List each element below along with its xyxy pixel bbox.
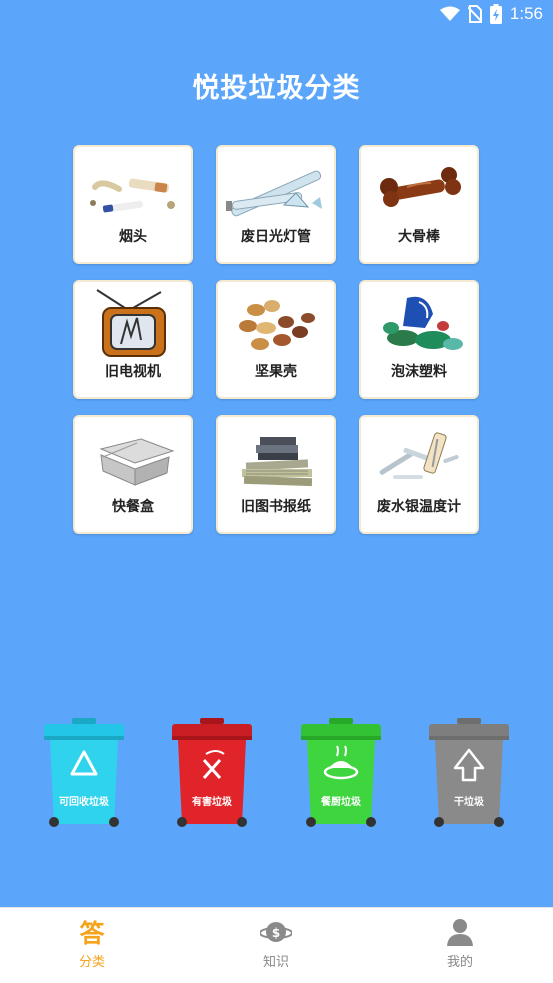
svg-text:答: 答 (79, 919, 105, 947)
no-sim-icon (467, 5, 482, 23)
bin-kitchen[interactable]: 餐厨垃圾 (299, 718, 383, 830)
item-card-cigarette[interactable]: 烟头 (73, 145, 193, 264)
user-icon (447, 919, 473, 946)
tab-label: 分类 (78, 955, 105, 970)
takeout-box-icon (99, 438, 175, 486)
tab-knowledge[interactable]: $ 知识 (216, 908, 336, 983)
status-icons: 1:56 (439, 4, 543, 24)
item-card-foam-plastic[interactable]: 泡沫塑料 (359, 280, 479, 399)
item-card-old-tv[interactable]: 旧电视机 (73, 280, 193, 399)
status-bar: 1:56 (0, 0, 553, 32)
old-tv-icon (96, 289, 166, 357)
mercury-thermometer-icon (379, 432, 459, 479)
item-label: 大骨棒 (398, 229, 440, 245)
big-bone-icon (380, 167, 461, 207)
status-time: 1:56 (509, 4, 543, 23)
dry-bin-icon (429, 718, 509, 827)
bin-hazardous[interactable]: 有害垃圾 (170, 718, 254, 830)
bin-label: 干垃圾 (454, 797, 484, 808)
bin-label: 有害垃圾 (192, 797, 232, 808)
item-label: 旧电视机 (105, 364, 161, 380)
tab-label: 我的 (446, 955, 473, 970)
item-card-nut-shells[interactable]: 坚果壳 (216, 280, 336, 399)
foam-plastic-icon (383, 296, 463, 350)
books-newspapers-icon (242, 437, 313, 487)
page-title: 悦投垃圾分类 (192, 73, 361, 104)
cigarette-butt-icon (90, 178, 175, 213)
item-label: 废水银温度计 (377, 499, 461, 515)
bottom-tab-bar: 答 分类 $ 知识 我的 (0, 907, 553, 983)
knowledge-planet-icon: $ (260, 922, 292, 942)
bin-label: 可回收垃圾 (59, 797, 109, 808)
item-label: 烟头 (119, 229, 147, 245)
nut-shells-icon (239, 300, 315, 350)
battery-charging-icon (489, 4, 502, 24)
recyclable-bin-icon (44, 718, 124, 827)
item-card-big-bone[interactable]: 大骨棒 (359, 145, 479, 264)
item-card-fluorescent-tube[interactable]: 废日光灯管 (216, 145, 336, 264)
svg-text:$: $ (272, 926, 280, 940)
tab-profile[interactable]: 我的 (400, 908, 520, 983)
bin-recyclable[interactable]: 可回收垃圾 (42, 718, 126, 830)
item-card-books-newspapers[interactable]: 旧图书报纸 (216, 415, 336, 534)
item-card-mercury-thermometer[interactable]: 废水银温度计 (359, 415, 479, 534)
item-label: 废日光灯管 (241, 229, 311, 245)
bin-dry[interactable]: 干垃圾 (427, 718, 511, 830)
item-label: 泡沫塑料 (391, 364, 447, 380)
tab-classify[interactable]: 答 分类 (32, 908, 152, 983)
hazardous-bin-icon (172, 718, 252, 827)
item-card-takeout-box[interactable]: 快餐盒 (73, 415, 193, 534)
waste-bins: 可回收垃圾 有害垃圾 餐厨垃圾 干垃圾 (0, 718, 553, 833)
tab-label: 知识 (262, 955, 289, 970)
kitchen-bin-icon (301, 718, 381, 827)
item-label: 坚果壳 (255, 364, 297, 380)
fluorescent-tube-icon (226, 170, 322, 217)
wifi-icon (439, 6, 460, 21)
bin-label: 餐厨垃圾 (321, 797, 361, 808)
answer-icon: 答 (79, 919, 105, 947)
item-label: 快餐盒 (112, 499, 154, 515)
item-label: 旧图书报纸 (241, 499, 311, 515)
